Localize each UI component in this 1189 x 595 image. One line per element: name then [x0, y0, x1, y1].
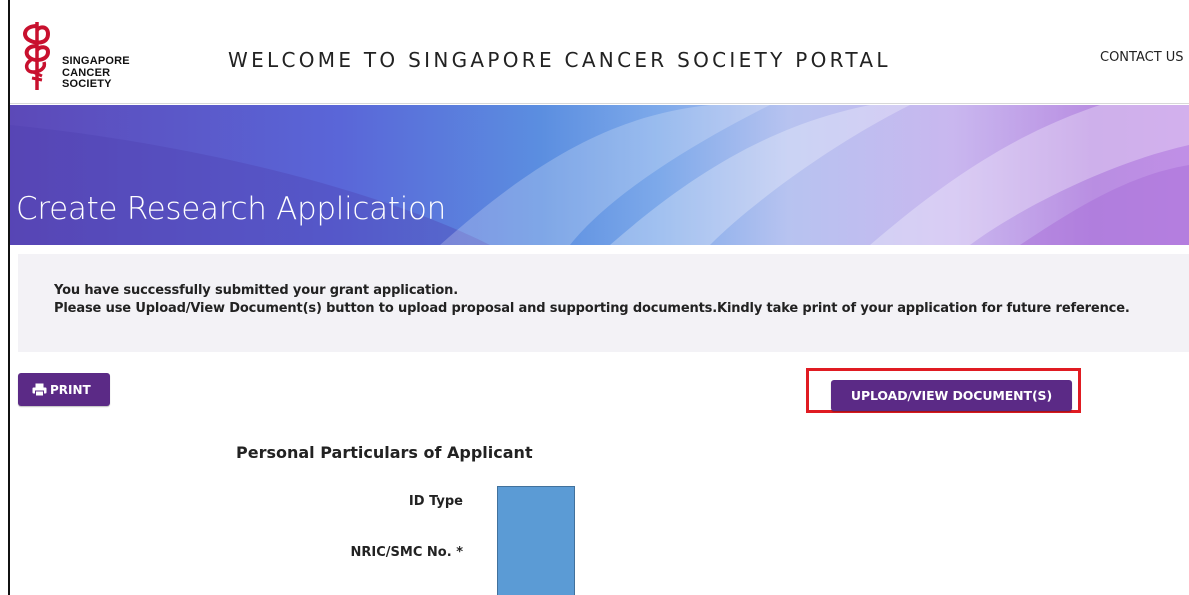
success-message: You have successfully submitted your gra… [54, 283, 459, 298]
upload-button-label: UPLOAD/VIEW DOCUMENT(S) [850, 388, 1053, 403]
page-title: Create Research Application [16, 191, 447, 227]
success-message-panel: You have successfully submitted your gra… [18, 254, 1189, 352]
printer-icon [32, 383, 47, 396]
contact-us-link[interactable]: CONTACT US [1100, 50, 1184, 65]
page-banner: Create Research Application [10, 105, 1189, 245]
print-button-label: PRINT [50, 382, 91, 397]
field-label-nric: NRIC/SMC No. * [350, 545, 463, 560]
sgcs-logo[interactable]: SINGAPORE CANCER SOCIETY [20, 20, 140, 92]
sgcs-caduceus-icon [23, 22, 51, 90]
field-label-id-type: ID Type [408, 494, 463, 509]
upload-view-documents-button[interactable]: UPLOAD/VIEW DOCUMENT(S) [831, 380, 1072, 411]
logo-line: SINGAPORE [62, 55, 130, 67]
print-button[interactable]: PRINT [18, 373, 110, 406]
section-title: Personal Particulars of Applicant [236, 443, 533, 462]
logo-line: SOCIETY [62, 78, 112, 90]
welcome-heading: WELCOME TO SINGAPORE CANCER SOCIETY PORT… [228, 48, 891, 72]
logo-text: SINGAPORE CANCER SOCIETY [62, 55, 130, 91]
upload-instruction-message: Please use Upload/View Document(s) butto… [54, 301, 1130, 316]
redaction-box [497, 486, 575, 595]
site-header: SINGAPORE CANCER SOCIETY WELCOME TO SING… [10, 0, 1189, 104]
